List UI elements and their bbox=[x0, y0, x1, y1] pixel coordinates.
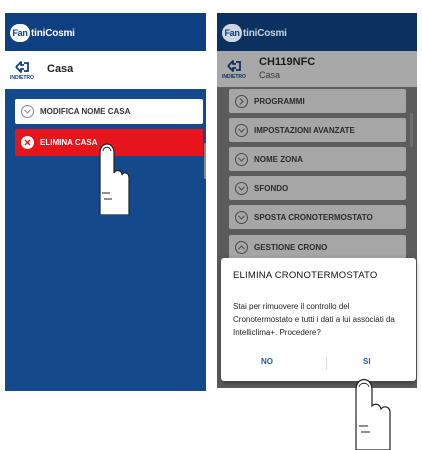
yes-button[interactable]: SI bbox=[363, 357, 371, 366]
menu-item-label: GESTIONE CRONO bbox=[254, 242, 328, 252]
logo-badge: Fan bbox=[222, 24, 242, 42]
title-bar: INDIETRO Casa bbox=[5, 51, 206, 89]
menu-item-label: NOME ZONA bbox=[254, 154, 303, 164]
menu-item-sposta-cronotermostato[interactable]: SPOSTA CRONOTERMOSTATO bbox=[229, 205, 406, 229]
menu-item-impostazioni-avanzate[interactable]: IMPOSTAZIONI AVANZATE bbox=[229, 118, 406, 142]
back-label: INDIETRO bbox=[222, 73, 246, 80]
dialog-button-divider bbox=[326, 357, 327, 370]
page-title: Casa bbox=[47, 63, 74, 75]
scrollbar[interactable] bbox=[410, 113, 413, 147]
logo-text: tiniCosmi bbox=[31, 27, 75, 39]
menu-item-nome-zona[interactable]: NOME ZONA bbox=[229, 147, 406, 171]
dialog-message: Stai per rimuovere il controllo del Cron… bbox=[233, 302, 395, 337]
back-label: INDIETRO bbox=[10, 74, 34, 81]
logo-badge: Fan bbox=[10, 24, 30, 42]
back-arrow-icon bbox=[227, 59, 241, 72]
dialog-title: ELIMINA CRONOTERMOSTATO bbox=[233, 270, 378, 281]
menu-item-label: MODIFICA NOME CASA bbox=[40, 107, 131, 116]
menu-item-label: SPOSTA CRONOTERMOSTATO bbox=[254, 212, 373, 222]
chevron-down-icon bbox=[235, 152, 248, 166]
menu-item-label: IMPOSTAZIONI AVANZATE bbox=[254, 125, 355, 135]
pointing-hand-icon bbox=[355, 378, 391, 450]
chevron-down-icon bbox=[235, 181, 248, 195]
chevron-right-icon bbox=[235, 94, 248, 108]
logo-text: tiniCosmi bbox=[243, 27, 287, 39]
menu-item-label: SFONDO bbox=[254, 183, 289, 193]
pointing-hand-icon bbox=[99, 143, 130, 215]
no-button[interactable]: NO bbox=[261, 357, 273, 366]
chevron-up-icon bbox=[235, 240, 248, 254]
chevron-down-icon bbox=[235, 123, 248, 137]
back-button[interactable]: INDIETRO bbox=[5, 51, 39, 89]
chevron-down-icon bbox=[21, 105, 34, 118]
delete-thermostat-dialog: ELIMINA CRONOTERMOSTATO Stai per rimuove… bbox=[221, 258, 416, 381]
app-header: Fan tiniCosmi bbox=[217, 13, 417, 51]
menu-item-sfondo[interactable]: SFONDO bbox=[229, 176, 406, 200]
menu-item-gestione-crono[interactable]: GESTIONE CRONO bbox=[229, 235, 406, 259]
page-title: CH119NFC bbox=[259, 56, 316, 68]
app-header: Fan tiniCosmi bbox=[5, 13, 206, 51]
title-bar: INDIETRO CH119NFC Casa bbox=[217, 51, 417, 87]
close-icon bbox=[21, 136, 34, 149]
menu-item-programmi[interactable]: PROGRAMMI bbox=[229, 89, 406, 113]
menu-item-modifica-nome-casa[interactable]: MODIFICA NOME CASA bbox=[15, 99, 203, 124]
back-button[interactable]: INDIETRO bbox=[217, 51, 251, 87]
back-arrow-icon bbox=[15, 60, 29, 73]
menu-item-label: PROGRAMMI bbox=[254, 96, 305, 106]
scrollbar[interactable] bbox=[204, 143, 206, 179]
brand-logo: Fan tiniCosmi bbox=[222, 24, 287, 42]
page-subtitle: Casa bbox=[259, 70, 281, 80]
brand-logo: Fan tiniCosmi bbox=[10, 24, 75, 42]
chevron-down-icon bbox=[235, 210, 248, 224]
